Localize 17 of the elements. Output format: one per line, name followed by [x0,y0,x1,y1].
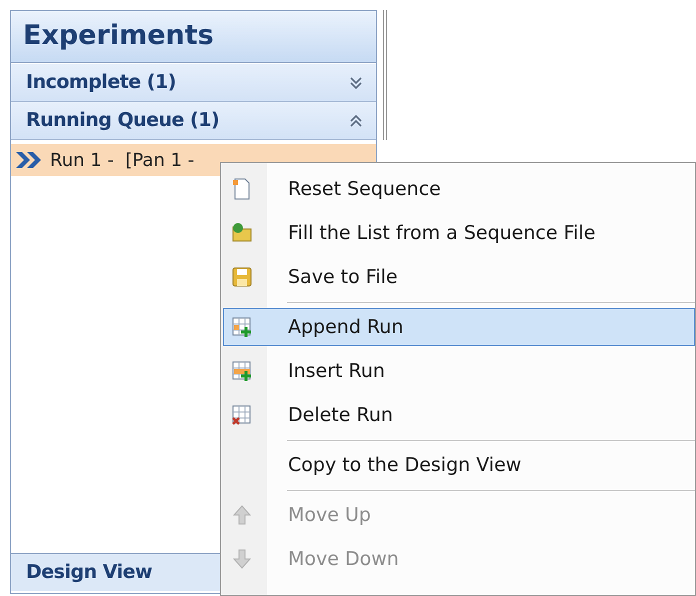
expand-icon[interactable] [350,76,362,88]
menu-item[interactable]: Append Run [223,308,695,346]
menu-item[interactable]: Copy to the Design View [223,446,695,484]
menu-item[interactable]: Save to File [223,258,695,296]
menu-item[interactable]: Fill the List from a Sequence File [223,214,695,252]
menu-item: Move Up [223,496,695,534]
panel-title: Experiments [11,11,376,63]
section-header[interactable]: Incomplete (1) [11,64,376,102]
grid-plus-icon [230,315,254,339]
double-chevron-icon [14,150,44,170]
menu-item[interactable]: Insert Run [223,352,695,390]
grid-plus-icon [230,359,254,383]
section-header[interactable]: Running Queue (1) [11,102,376,140]
down-arrow-icon [230,547,254,571]
menu-item[interactable]: Delete Run [223,396,695,434]
collapse-icon[interactable] [350,114,362,126]
up-arrow-icon [230,503,254,527]
